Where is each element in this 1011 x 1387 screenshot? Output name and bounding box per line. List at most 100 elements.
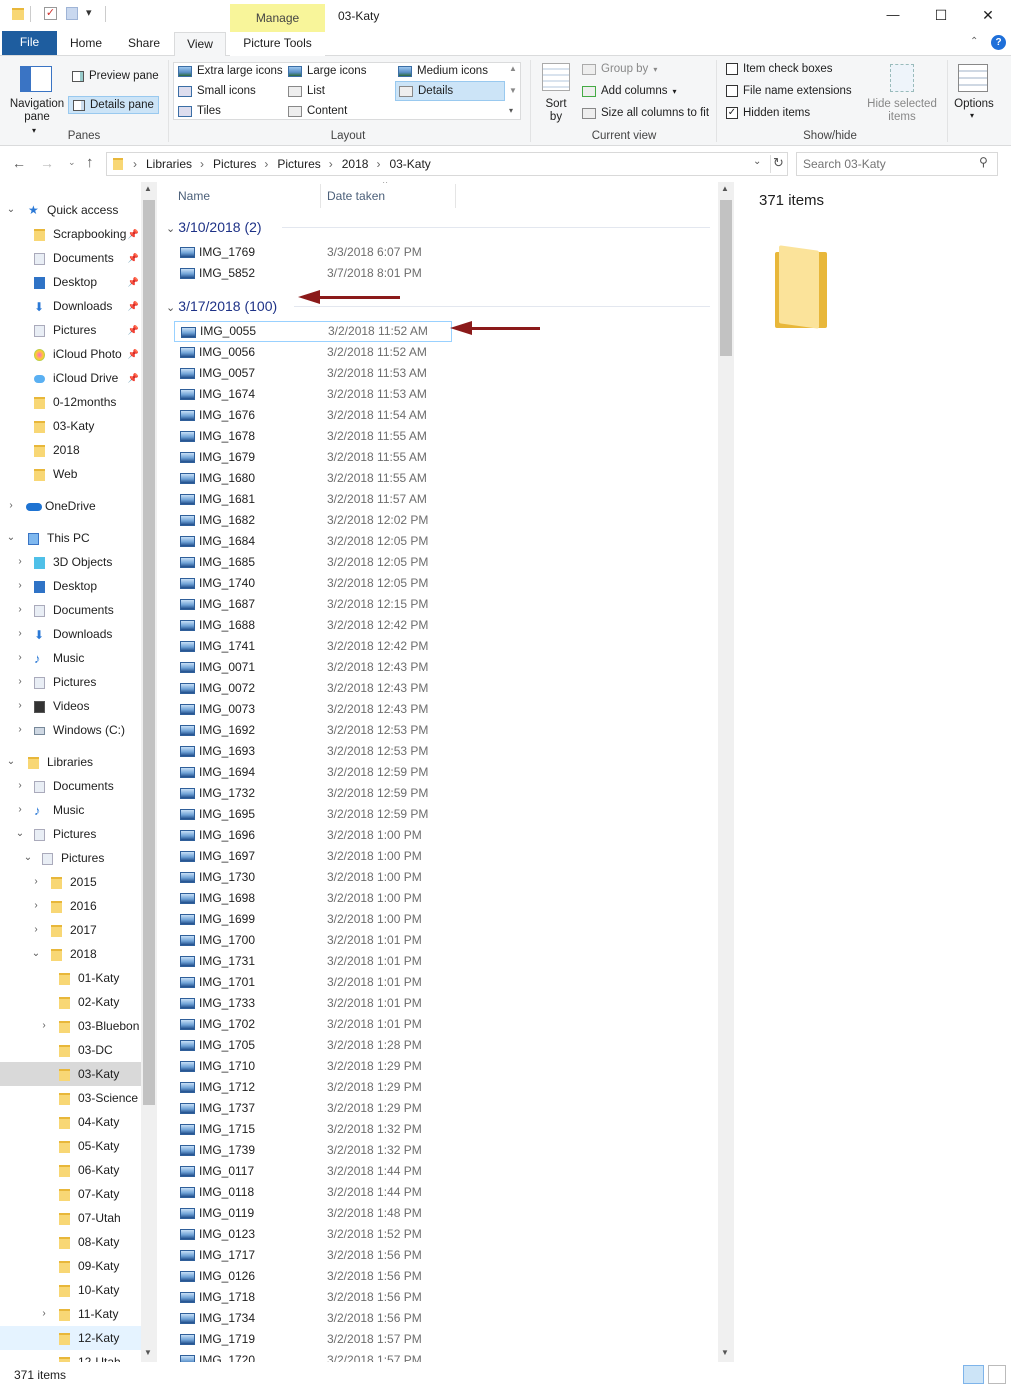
- file-row[interactable]: IMG_1678 3/2/2018 11:55 AM: [174, 426, 452, 447]
- file-row[interactable]: IMG_1694 3/2/2018 12:59 PM: [174, 762, 452, 783]
- address-bar[interactable]: › Libraries › Pictures › Pictures › 2018 › 03-Kat…: [106, 152, 788, 176]
- chevron-right-icon[interactable]: ›: [14, 718, 26, 742]
- options-button[interactable]: Options: [950, 98, 998, 110]
- tab-share[interactable]: Share: [118, 32, 170, 56]
- extra-large-icons-option[interactable]: Extra large icons: [178, 65, 283, 77]
- search-box[interactable]: ⚲: [796, 152, 998, 176]
- nav-2018-folder[interactable]: 10-Katy: [0, 1278, 141, 1302]
- scroll-down-icon[interactable]: ▼: [144, 1348, 152, 1357]
- nav-this-pc[interactable]: ⌄ This PC: [0, 526, 141, 550]
- chevron-down-icon[interactable]: ⌄: [166, 223, 178, 235]
- chevron-right-icon[interactable]: ›: [14, 798, 26, 822]
- nav-2018-folder[interactable]: 03-Science: [0, 1086, 141, 1110]
- options-icon[interactable]: [958, 64, 988, 92]
- hidden-items-toggle[interactable]: ✓ Hidden items: [726, 107, 810, 119]
- file-row[interactable]: IMG_5852 3/7/2018 8:01 PM: [174, 263, 452, 284]
- file-row[interactable]: IMG_1733 3/2/2018 1:01 PM: [174, 993, 452, 1014]
- file-row[interactable]: IMG_1698 3/2/2018 1:00 PM: [174, 888, 452, 909]
- file-row[interactable]: IMG_0057 3/2/2018 11:53 AM: [174, 363, 452, 384]
- nav-quick-access-item[interactable]: iCloud Photo 📌: [0, 342, 141, 366]
- breadcrumb-item[interactable]: Pictures: [213, 157, 262, 171]
- chevron-right-icon[interactable]: ›: [14, 646, 26, 670]
- nav-quick-access-item[interactable]: Desktop 📌: [0, 270, 141, 294]
- file-row[interactable]: IMG_1715 3/2/2018 1:32 PM: [174, 1119, 452, 1140]
- nav-quick-access-item[interactable]: Pictures 📌: [0, 318, 141, 342]
- file-name-extensions-toggle[interactable]: File name extensions: [726, 85, 852, 97]
- nav-2018-folder[interactable]: 07-Utah: [0, 1206, 141, 1230]
- recent-locations-icon[interactable]: ⌄: [68, 157, 76, 168]
- scroll-up-icon[interactable]: ▲: [144, 184, 152, 193]
- gallery-up-icon[interactable]: ▲: [509, 64, 517, 73]
- file-row[interactable]: IMG_0123 3/2/2018 1:52 PM: [174, 1224, 452, 1245]
- file-row[interactable]: IMG_0119 3/2/2018 1:48 PM: [174, 1203, 452, 1224]
- file-list-scrollbar-thumb[interactable]: [720, 200, 732, 356]
- chevron-right-icon[interactable]: ›: [30, 870, 42, 894]
- file-row[interactable]: IMG_1682 3/2/2018 12:02 PM: [174, 510, 452, 531]
- file-row[interactable]: IMG_1695 3/2/2018 12:59 PM: [174, 804, 452, 825]
- nav-2018-folder[interactable]: 12-Utah: [0, 1350, 141, 1362]
- file-row[interactable]: IMG_1692 3/2/2018 12:53 PM: [174, 720, 452, 741]
- file-row[interactable]: IMG_1701 3/2/2018 1:01 PM: [174, 972, 452, 993]
- up-button[interactable]: ↑: [86, 154, 94, 171]
- file-row[interactable]: IMG_1697 3/2/2018 1:00 PM: [174, 846, 452, 867]
- nav-quick-access-item[interactable]: Scrapbooking 📌: [0, 222, 141, 246]
- breadcrumb-separator-icon[interactable]: ›: [262, 157, 277, 171]
- file-row[interactable]: IMG_1674 3/2/2018 11:53 AM: [174, 384, 452, 405]
- gallery-down-icon[interactable]: ▼: [509, 86, 517, 95]
- chevron-right-icon[interactable]: ›: [14, 622, 26, 646]
- chevron-down-icon[interactable]: ⌄: [30, 942, 42, 966]
- file-row[interactable]: IMG_1702 3/2/2018 1:01 PM: [174, 1014, 452, 1035]
- small-icons-option[interactable]: Small icons: [178, 85, 256, 97]
- nav-library-item[interactable]: › Documents: [0, 774, 141, 798]
- file-row[interactable]: IMG_1696 3/2/2018 1:00 PM: [174, 825, 452, 846]
- item-check-boxes-checkbox[interactable]: [726, 63, 738, 75]
- file-row[interactable]: IMG_1687 3/2/2018 12:15 PM: [174, 594, 452, 615]
- chevron-right-icon[interactable]: ›: [5, 494, 17, 518]
- nav-this-pc-item[interactable]: › Documents: [0, 598, 141, 622]
- nav-year-folder[interactable]: › 2015: [0, 870, 141, 894]
- file-row[interactable]: IMG_0118 3/2/2018 1:44 PM: [174, 1182, 452, 1203]
- breadcrumb-item[interactable]: Libraries: [146, 157, 198, 171]
- search-icon[interactable]: ⚲: [979, 155, 988, 169]
- file-row[interactable]: IMG_1679 3/2/2018 11:55 AM: [174, 447, 452, 468]
- breadcrumb-item[interactable]: 2018: [342, 157, 375, 171]
- details-view-button[interactable]: [963, 1365, 984, 1384]
- nav-libraries[interactable]: ⌄ Libraries: [0, 750, 141, 774]
- chevron-right-icon[interactable]: ›: [14, 574, 26, 598]
- nav-onedrive[interactable]: › OneDrive: [0, 494, 141, 518]
- minimize-button[interactable]: —: [870, 4, 916, 28]
- back-button[interactable]: ←: [12, 155, 26, 171]
- search-input[interactable]: [803, 156, 973, 172]
- file-row[interactable]: IMG_1718 3/2/2018 1:56 PM: [174, 1287, 452, 1308]
- column-divider[interactable]: [455, 184, 456, 208]
- chevron-right-icon[interactable]: ›: [14, 694, 26, 718]
- tiles-option[interactable]: Tiles: [178, 105, 221, 117]
- scroll-up-icon[interactable]: ▲: [721, 184, 729, 193]
- nav-this-pc-item[interactable]: › ♪ Music: [0, 646, 141, 670]
- file-row[interactable]: IMG_1720 3/2/2018 1:57 PM: [174, 1350, 452, 1362]
- nav-2018-folder[interactable]: 01-Katy: [0, 966, 141, 990]
- file-row[interactable]: IMG_1710 3/2/2018 1:29 PM: [174, 1056, 452, 1077]
- file-row[interactable]: IMG_1734 3/2/2018 1:56 PM: [174, 1308, 452, 1329]
- nav-this-pc-item[interactable]: › ⬇ Downloads: [0, 622, 141, 646]
- file-row[interactable]: IMG_1680 3/2/2018 11:55 AM: [174, 468, 452, 489]
- maximize-button[interactable]: ☐: [918, 4, 964, 28]
- tab-picture-tools[interactable]: Picture Tools: [230, 32, 325, 56]
- nav-quick-access-item[interactable]: 0-12months: [0, 390, 141, 414]
- chevron-right-icon[interactable]: ›: [38, 1014, 50, 1038]
- column-header-date-taken[interactable]: Date taken: [327, 184, 385, 208]
- minimize-ribbon-icon[interactable]: ⌃: [970, 36, 978, 47]
- gallery-more-icon[interactable]: ▾: [509, 106, 513, 115]
- chevron-right-icon[interactable]: ›: [14, 598, 26, 622]
- column-divider[interactable]: [320, 184, 321, 208]
- chevron-down-icon[interactable]: ⌄: [5, 526, 17, 550]
- forward-button[interactable]: →: [40, 155, 54, 171]
- column-header-name[interactable]: Name: [178, 184, 210, 208]
- file-row[interactable]: IMG_0071 3/2/2018 12:43 PM: [174, 657, 452, 678]
- nav-2018-folder[interactable]: 12-Katy: [0, 1326, 141, 1350]
- file-row[interactable]: IMG_1731 3/2/2018 1:01 PM: [174, 951, 452, 972]
- nav-2018-folder[interactable]: 09-Katy: [0, 1254, 141, 1278]
- sort-by-icon[interactable]: [542, 63, 570, 91]
- nav-2018-folder[interactable]: 05-Katy: [0, 1134, 141, 1158]
- file-row[interactable]: IMG_1769 3/3/2018 6:07 PM: [174, 242, 452, 263]
